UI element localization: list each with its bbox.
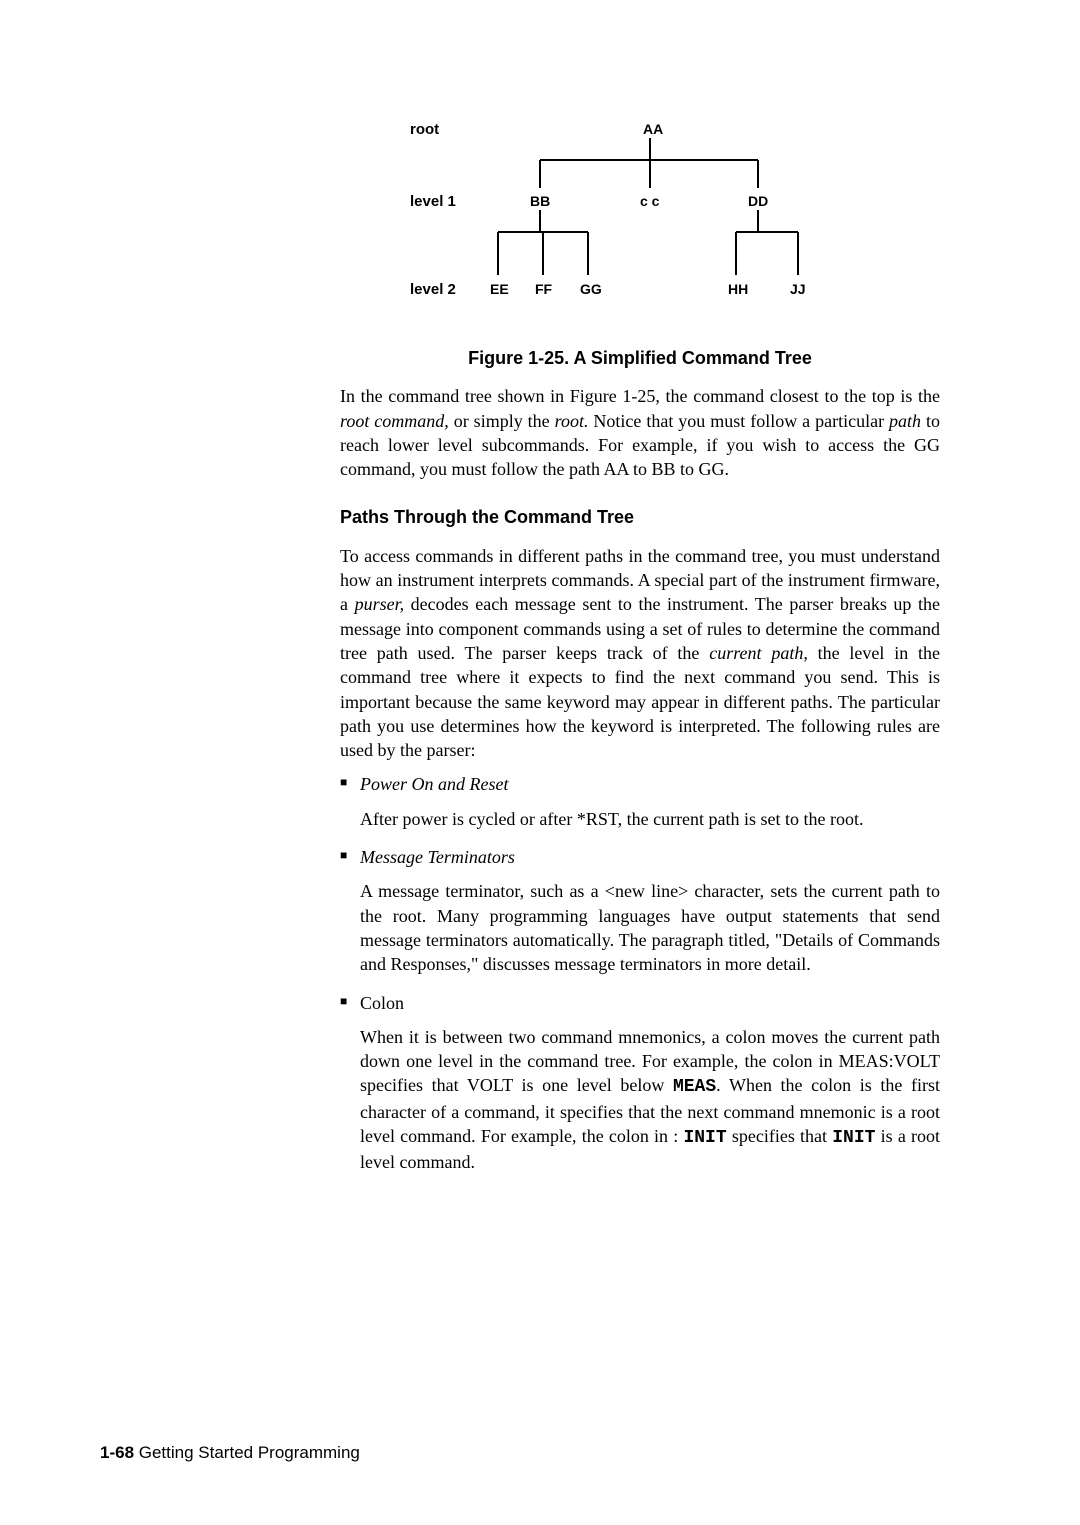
rule1-body: After power is cycled or after *RST, the…: [360, 807, 940, 831]
rule1-text-b: , the current path is set to the root.: [618, 809, 864, 829]
label-root: root: [410, 120, 439, 140]
command-tree-figure: root level 1 level 2 AA BB c c DD EE FF …: [340, 120, 940, 340]
init-code-1: INIT: [683, 1128, 726, 1148]
rule-message-terminators: Message Terminators A message terminator…: [340, 845, 940, 976]
rule3-body: When it is between two command mnemonics…: [360, 1025, 940, 1175]
rule1-text-a: After power is cycled or after: [360, 809, 577, 829]
rules-list: Power On and Reset After power is cycled…: [340, 772, 940, 1174]
rule2-body: A message terminator, such as a <new lin…: [360, 879, 940, 976]
page-number: 1-68: [100, 1443, 134, 1462]
rule-colon: Colon When it is between two command mne…: [340, 991, 940, 1175]
figure-caption: Figure 1-25. A Simplified Command Tree: [340, 346, 940, 370]
footer-title: Getting Started Programming: [134, 1443, 360, 1462]
paths-paragraph: To access commands in different paths in…: [340, 544, 940, 763]
section-paths-title: Paths Through the Command Tree: [340, 505, 940, 529]
rule-power-on: Power On and Reset After power is cycled…: [340, 772, 940, 831]
rule3-title: Colon: [360, 993, 404, 1013]
page-footer: 1-68 Getting Started Programming: [100, 1442, 360, 1465]
intro-paragraph: In the command tree shown in Figure 1-25…: [340, 384, 940, 481]
rule3-text-c: specifies that: [727, 1126, 833, 1146]
init-code-2: INIT: [832, 1128, 875, 1148]
rule2-title: Message Terminators: [360, 847, 515, 867]
meas-code: MEAS: [673, 1077, 716, 1097]
rule1-title: Power On and Reset: [360, 774, 508, 794]
rst-code: *RST: [577, 809, 618, 829]
tree-lines: [440, 120, 940, 300]
